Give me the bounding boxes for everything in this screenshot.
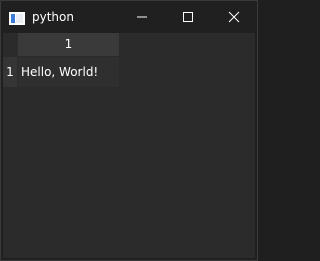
minimize-icon <box>137 16 147 18</box>
window-title: python <box>32 10 74 24</box>
maximize-icon <box>183 12 193 22</box>
column-header-1[interactable]: 1 <box>18 33 119 56</box>
close-icon <box>228 11 240 23</box>
minimize-button[interactable] <box>119 1 165 33</box>
close-button[interactable] <box>211 1 257 33</box>
row-header-1[interactable]: 1 <box>3 57 17 87</box>
maximize-button[interactable] <box>165 1 211 33</box>
table-corner-button[interactable] <box>3 33 17 56</box>
app-window: python 1 1 Hello, World! <box>0 0 258 261</box>
table-cell[interactable]: Hello, World! <box>18 57 119 87</box>
title-bar[interactable]: python <box>1 1 257 33</box>
window-app-icon <box>9 10 25 25</box>
table-widget[interactable]: 1 1 Hello, World! <box>3 33 255 258</box>
